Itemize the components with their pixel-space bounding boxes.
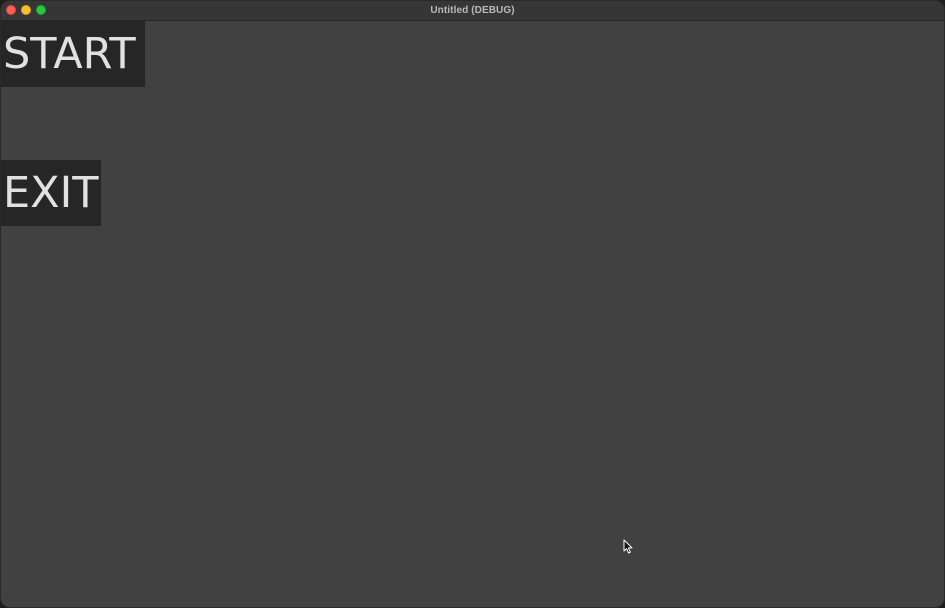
- title-bar[interactable]: Untitled (DEBUG): [1, 1, 944, 21]
- app-window: Untitled (DEBUG) START EXIT: [0, 0, 945, 608]
- window-title: Untitled (DEBUG): [430, 5, 515, 16]
- exit-button[interactable]: EXIT: [1, 160, 101, 226]
- arrow-pointer-icon: [623, 539, 633, 554]
- start-button[interactable]: START: [1, 21, 145, 87]
- game-viewport: START EXIT: [1, 21, 944, 607]
